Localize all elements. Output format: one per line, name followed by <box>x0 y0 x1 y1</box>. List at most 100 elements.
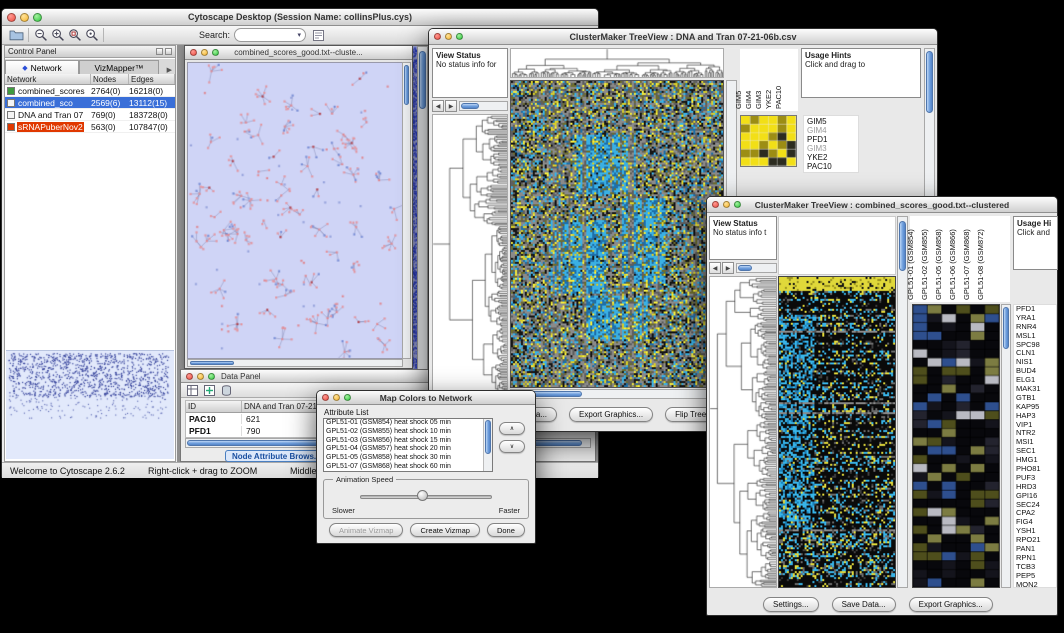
overview-canvas[interactable] <box>6 351 174 459</box>
tv1-row-dendrogram-canvas[interactable] <box>432 114 508 396</box>
gene-label[interactable]: VIP1 <box>1014 421 1056 430</box>
gene-label[interactable]: RPN1 <box>1014 554 1056 563</box>
gene-label[interactable]: CPA2 <box>1014 509 1056 518</box>
network-row[interactable]: combined_scores 2764(0) 16218(0) <box>5 85 175 97</box>
gene-label[interactable]: FIG4 <box>1014 518 1056 527</box>
network-view-vscrollbar[interactable] <box>402 62 411 359</box>
attribute-list[interactable]: GPL51-01 (GSM854) heat shock 05 minGPL51… <box>323 418 493 472</box>
attribute-item[interactable]: GPL51-03 (GSM856) heat shock 15 min <box>324 437 483 446</box>
tab-overflow-icon[interactable]: ▶ <box>159 66 175 74</box>
scrollbar-thumb[interactable] <box>738 265 752 271</box>
control-panel-header[interactable]: Control Panel <box>5 46 175 58</box>
tv1-heatmap-hscrollbar[interactable] <box>510 389 724 399</box>
tv2-heatmap-canvas[interactable] <box>778 276 896 588</box>
gene-label[interactable]: MSL1 <box>1014 332 1056 341</box>
attribute-list-vscrollbar[interactable] <box>483 419 492 471</box>
close-button[interactable] <box>322 394 329 401</box>
background-network-vscrollbar[interactable] <box>417 46 428 374</box>
column-label[interactable]: GPL51-07 (GSM868) <box>962 229 971 300</box>
network-row[interactable]: DNA and Tran 07 769(0) 183728(0) <box>5 109 175 121</box>
dialog-button[interactable]: Done <box>487 523 525 537</box>
column-label[interactable]: GIM5 <box>734 91 743 109</box>
column-label[interactable]: GPL51-08 (GSM872) <box>976 229 985 300</box>
select-attributes-icon[interactable] <box>186 382 199 398</box>
minimize-button[interactable] <box>333 394 340 401</box>
minimize-button[interactable] <box>723 201 730 208</box>
gene-label[interactable]: SEC24 <box>1014 501 1056 510</box>
tv2-zoom-heatmap-canvas[interactable] <box>912 304 1000 588</box>
gene-label[interactable]: YKE2 <box>805 153 857 162</box>
dialog-button[interactable]: Create Vizmap <box>410 523 479 537</box>
close-button[interactable] <box>186 373 193 380</box>
treeview-button[interactable]: Settings... <box>763 597 819 612</box>
column-label[interactable]: GPL51-05 (GSM858) <box>934 229 943 300</box>
minimize-button[interactable] <box>197 373 204 380</box>
gene-label[interactable]: PAN1 <box>1014 545 1056 554</box>
col-edges[interactable]: Edges <box>129 74 175 84</box>
open-session-icon[interactable] <box>8 27 25 43</box>
treeview-button[interactable]: Export Graphics... <box>569 407 653 422</box>
minimize-button[interactable] <box>201 49 208 56</box>
scrollbar-thumb[interactable] <box>404 65 409 105</box>
gene-label[interactable]: RNR4 <box>1014 323 1056 332</box>
scrollbar-thumb[interactable] <box>1003 307 1009 349</box>
tv1-scroll-left-button[interactable]: ◀ <box>432 100 444 112</box>
tv2-zoom-vscrollbar[interactable] <box>1001 304 1011 588</box>
network-overview[interactable] <box>6 350 174 460</box>
gene-label[interactable]: SEC1 <box>1014 447 1056 456</box>
attribute-item[interactable]: GPL51-07 (GSM868) heat shock 60 min <box>324 463 483 472</box>
close-button[interactable] <box>434 33 441 40</box>
create-attribute-icon[interactable] <box>203 382 216 398</box>
main-titlebar[interactable]: Cytoscape Desktop (Session Name: collins… <box>2 9 598 26</box>
gene-label[interactable]: HMG1 <box>1014 456 1056 465</box>
gene-label[interactable]: TCB3 <box>1014 563 1056 572</box>
tv2-dendro-hscrollbar[interactable] <box>736 263 777 273</box>
col-id[interactable]: ID <box>186 401 242 412</box>
gene-label[interactable]: GIM3 <box>805 144 857 153</box>
move-up-button[interactable]: ∧ <box>499 422 525 435</box>
close-button[interactable] <box>712 201 719 208</box>
scrollbar-thumb[interactable] <box>926 51 933 113</box>
dialog-titlebar[interactable]: Map Colors to Network <box>317 391 535 405</box>
float-panel-icon[interactable] <box>156 48 163 55</box>
tv2-row-dendrogram-canvas[interactable] <box>709 276 777 588</box>
tab-vizmapper[interactable]: VizMapper™ <box>79 60 159 74</box>
scrollbar-thumb[interactable] <box>190 361 234 365</box>
gene-label[interactable]: NTR2 <box>1014 429 1056 438</box>
gene-label[interactable]: MSI1 <box>1014 438 1056 447</box>
gene-label[interactable]: MAK31 <box>1014 385 1056 394</box>
treeview1-titlebar[interactable]: ClusterMaker TreeView : DNA and Tran 07-… <box>429 29 937 45</box>
tv2-scroll-left-button[interactable]: ◀ <box>709 262 721 274</box>
treeview2-titlebar[interactable]: ClusterMaker TreeView : combined_scores_… <box>707 197 1057 213</box>
column-label[interactable]: YKE2 <box>764 90 773 109</box>
close-panel-icon[interactable] <box>165 48 172 55</box>
scrollbar-thumb[interactable] <box>419 51 426 109</box>
gene-label[interactable]: PEP5 <box>1014 572 1056 581</box>
scrollbar-thumb[interactable] <box>485 420 491 454</box>
attribute-item[interactable]: GPL51-04 (GSM857) heat shock 20 min <box>324 445 483 454</box>
tv1-heatmap-canvas[interactable] <box>510 80 724 388</box>
zoom-fit-icon[interactable] <box>83 27 100 43</box>
gene-label[interactable]: ELG1 <box>1014 376 1056 385</box>
attribute-item[interactable]: GPL51-02 (GSM855) heat shock 10 min <box>324 428 483 437</box>
treeview-button[interactable]: Save Data... <box>832 597 896 612</box>
node-attribute-browser-tab[interactable]: Node Attribute Brows... <box>225 450 328 462</box>
annotation-icon[interactable] <box>310 27 327 43</box>
dialog-button[interactable]: Animate Vizmap <box>329 523 403 537</box>
col-network[interactable]: Network <box>5 74 91 84</box>
tv1-similarity-matrix-canvas[interactable] <box>740 115 797 167</box>
tv2-scroll-right-button[interactable]: ▶ <box>722 262 734 274</box>
attribute-item[interactable]: GPL51-05 (GSM858) heat shock 30 min <box>324 454 483 463</box>
column-label[interactable]: PAC10 <box>774 86 783 109</box>
gene-label[interactable]: MON2 <box>1014 581 1056 588</box>
column-label[interactable]: GPL51-06 (GSM866) <box>948 229 957 300</box>
scrollbar-thumb[interactable] <box>461 103 479 109</box>
column-label[interactable]: GIM4 <box>744 91 753 109</box>
tv1-dendro-hscrollbar-top[interactable] <box>459 101 508 111</box>
network-view-titlebar[interactable]: combined_scores_good.txt--cluste... <box>185 46 412 60</box>
treeview-button[interactable]: Export Graphics... <box>909 597 993 612</box>
attribute-store-icon[interactable] <box>220 382 233 398</box>
close-button[interactable] <box>190 49 197 56</box>
search-dropdown-icon[interactable]: ▾ <box>298 31 306 39</box>
gene-label[interactable]: PUF3 <box>1014 474 1056 483</box>
